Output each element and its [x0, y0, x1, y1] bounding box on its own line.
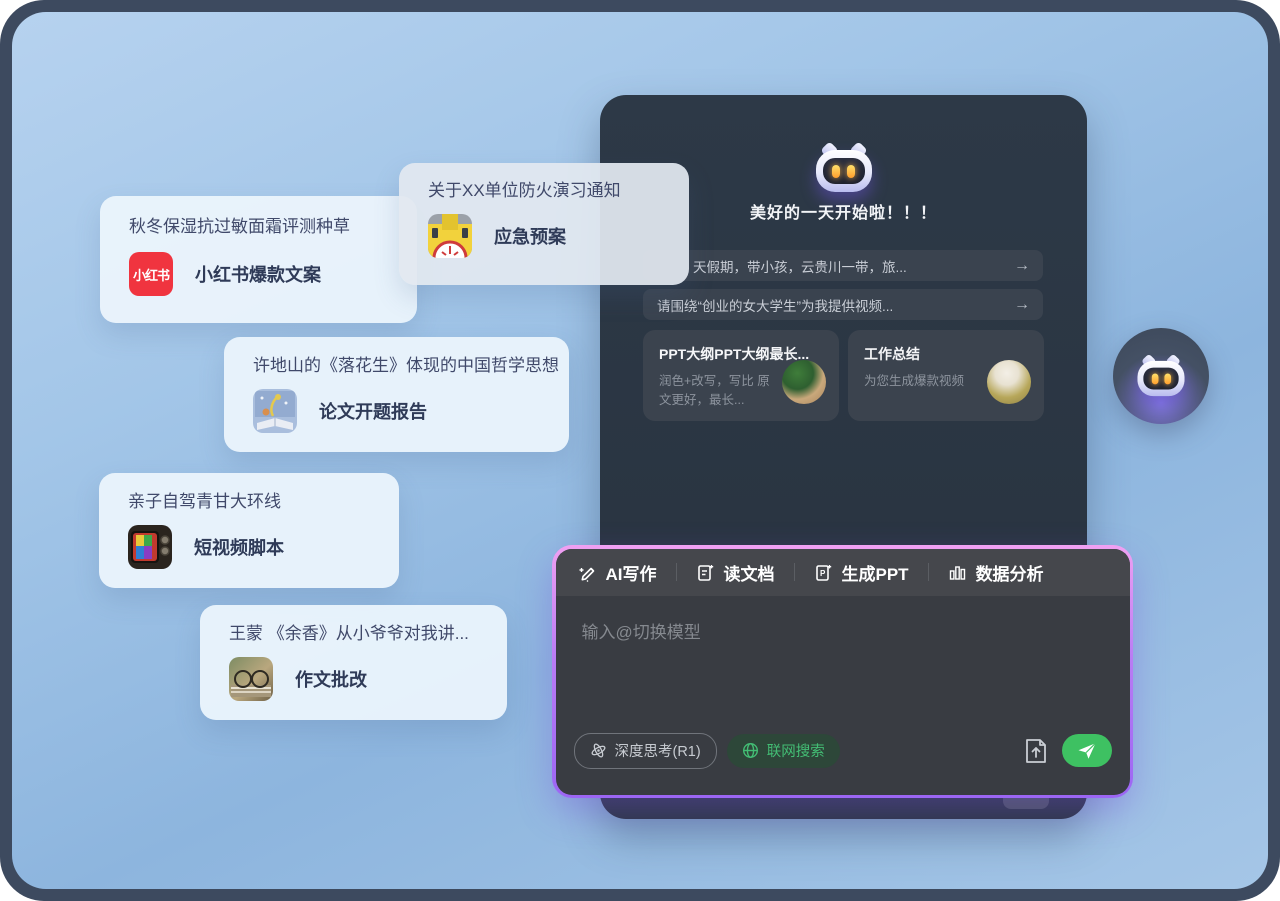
glasses-book-thumbnail-icon — [229, 657, 273, 701]
scenario-card-short-video[interactable]: 亲子自驾青甘大环线 短视频脚本 — [99, 473, 399, 588]
bar-chart-icon — [948, 563, 967, 582]
suggestion-row-travel[interactable]: 天假期，带小孩，云贵川一带，旅... → — [643, 250, 1043, 281]
paper-plane-icon — [1077, 742, 1097, 760]
web-search-label: 联网搜索 — [767, 740, 825, 761]
upload-file-button[interactable] — [1020, 735, 1052, 767]
globe-icon — [742, 742, 759, 759]
upload-file-icon — [1023, 737, 1049, 765]
tab-label: 数据分析 — [976, 560, 1044, 585]
send-button[interactable] — [1062, 734, 1112, 767]
deep-think-label: 深度思考(R1) — [615, 740, 701, 761]
prompt-card-desc: 为您生成爆款视频 — [864, 372, 980, 391]
card-title: 许地山的《落花生》体现的中国哲学思想 — [253, 354, 540, 378]
tab-divider — [794, 563, 795, 581]
card-label: 论文开题报告 — [319, 398, 427, 424]
xiaohongshu-logo-icon: 小红书 — [129, 252, 173, 296]
tab-ai-writing[interactable]: AI写作 — [578, 560, 657, 585]
composer-input-area[interactable] — [556, 596, 1130, 723]
prompt-card-thumbnail — [782, 360, 826, 404]
suggestion-text: 请围绕“创业的女大学生”为我提供视频... — [643, 295, 893, 315]
scenario-card-xiaohongshu[interactable]: 秋冬保湿抗过敏面霜评测种草 小红书 小红书爆款文案 — [100, 196, 417, 323]
screenshot-stage: 美好的一天开始啦！！！ 天假期，带小孩，云贵川一带，旅... → 请围绕“创业的… — [0, 0, 1280, 901]
card-title: 王蒙 《余香》从小爷爷对我讲... — [229, 622, 478, 646]
prompt-input[interactable] — [556, 596, 1130, 723]
suggestion-row-video[interactable]: 请围绕“创业的女大学生”为我提供视频... → — [643, 289, 1043, 320]
scenario-card-thesis-proposal[interactable]: 许地山的《落花生》体现的中国哲学思想 论文开题报告 — [224, 337, 569, 452]
scenario-card-essay-correction[interactable]: 王蒙 《余香》从小爷爷对我讲... — [200, 605, 507, 720]
assistant-float-badge[interactable] — [1113, 328, 1209, 424]
composer-tabbar: AI写作 读文档 P — [556, 549, 1130, 596]
robot-mascot-icon — [1137, 355, 1184, 397]
card-label: 应急预案 — [494, 223, 566, 249]
fire-drill-thumbnail-icon — [428, 214, 472, 258]
composer-footer: 深度思考(R1) 联网搜索 — [556, 723, 1130, 795]
prompt-card-avatar — [987, 360, 1031, 404]
open-book-thumbnail-icon — [253, 389, 297, 433]
tab-label: 生成PPT — [842, 560, 909, 585]
scenario-card-emergency-plan[interactable]: 关于XX单位防火演习通知 应急预案 — [399, 163, 689, 285]
tab-label: AI写作 — [606, 560, 657, 585]
atom-icon — [590, 742, 607, 759]
tab-read-document[interactable]: 读文档 — [696, 560, 775, 585]
card-label: 小红书爆款文案 — [195, 261, 321, 287]
deep-think-toggle[interactable]: 深度思考(R1) — [574, 733, 717, 769]
svg-text:P: P — [820, 569, 826, 578]
arrow-right-icon[interactable]: → — [1014, 258, 1030, 274]
prompt-card-ppt-outline[interactable]: PPT大纲PPT大纲最长... 润色+改写，写比 原文更好，最长... — [643, 330, 839, 421]
card-title: 关于XX单位防火演习通知 — [428, 179, 660, 203]
tab-divider — [928, 563, 929, 581]
arrow-right-icon[interactable]: → — [1014, 297, 1030, 313]
tab-generate-ppt[interactable]: P 生成PPT — [814, 560, 909, 585]
card-title: 亲子自驾青甘大环线 — [128, 490, 370, 514]
tab-divider — [676, 563, 677, 581]
card-label: 短视频脚本 — [194, 534, 284, 560]
tab-label: 读文档 — [724, 560, 775, 585]
pen-sparkle-icon — [578, 563, 597, 582]
prompt-card-desc: 润色+改写，写比 原文更好，最长... — [659, 372, 775, 410]
retro-tv-thumbnail-icon — [128, 525, 172, 569]
robot-mascot-icon — [816, 143, 872, 193]
composer-panel: AI写作 读文档 P — [552, 545, 1133, 798]
web-search-toggle[interactable]: 联网搜索 — [727, 734, 840, 768]
prompt-card-work-summary[interactable]: 工作总结 为您生成爆款视频 — [848, 330, 1044, 421]
ppt-document-icon: P — [814, 563, 833, 582]
card-label: 作文批改 — [295, 666, 367, 692]
card-title: 秋冬保湿抗过敏面霜评测种草 — [129, 215, 388, 239]
document-sparkle-icon — [696, 563, 715, 582]
tab-data-analysis[interactable]: 数据分析 — [948, 560, 1044, 585]
